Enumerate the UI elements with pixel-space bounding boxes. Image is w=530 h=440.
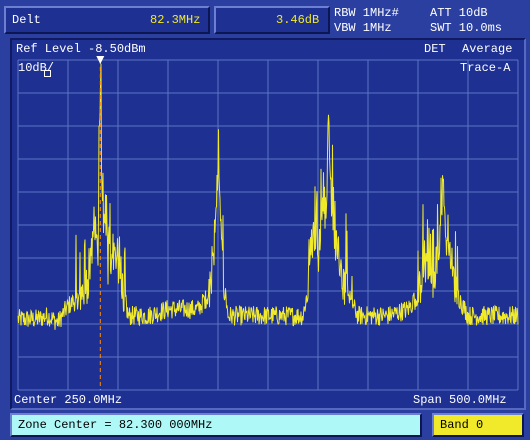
- spectrum-plot: [17, 56, 519, 391]
- band-label: Band 0: [440, 418, 484, 432]
- graticule: [17, 59, 519, 391]
- zone-center-value: Zone Center = 82.300 000MHz: [18, 418, 213, 432]
